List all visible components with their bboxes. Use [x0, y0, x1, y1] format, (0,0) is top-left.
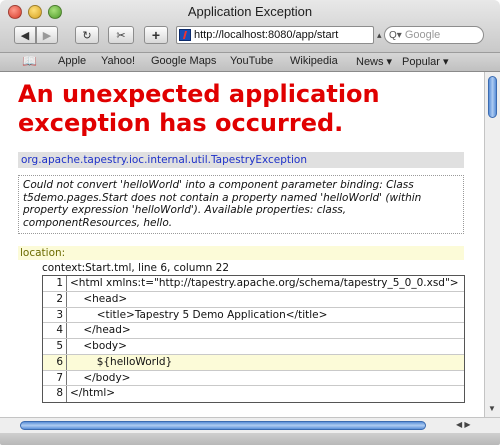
- bookmarks-bar: 📖 Apple Yahoo! Google Maps YouTube Wikip…: [0, 53, 500, 72]
- line-number: 1: [43, 276, 67, 291]
- source-line: 3 <title>Tapestry 5 Demo Application</ti…: [43, 307, 464, 324]
- source-line: 5 <body>: [43, 339, 464, 355]
- window-toolbar: Application Exception ◀ ▶ ↻ ✂ + http://l…: [0, 0, 500, 53]
- scroll-arrows-icon[interactable]: ◀ ▶: [456, 420, 471, 429]
- bookmark-popular-menu[interactable]: Popular ▾: [402, 55, 449, 68]
- status-bar: [0, 433, 500, 445]
- window-title: Application Exception: [187, 4, 313, 19]
- bookmark-youtube[interactable]: YouTube: [230, 55, 273, 67]
- bookmark-apple[interactable]: Apple: [58, 55, 86, 67]
- plus-icon: +: [151, 27, 161, 43]
- source-listing: 1 <html xmlns:t="http://tapestry.apache.…: [42, 275, 465, 403]
- reload-icon: ↻: [82, 29, 92, 42]
- horizontal-scrollbar[interactable]: ◀ ▶: [0, 417, 500, 433]
- address-bar[interactable]: http://localhost:8080/app/start: [176, 26, 374, 44]
- line-code: <html xmlns:t="http://tapestry.apache.or…: [70, 277, 459, 289]
- location-description: context:Start.tml, line 6, column 22: [42, 262, 230, 274]
- snapback-icon: ✂: [116, 29, 126, 42]
- search-placeholder: Google: [404, 29, 441, 41]
- source-line: 4 </head>: [43, 323, 464, 339]
- line-code: </head>: [70, 324, 131, 337]
- line-code: <title>Tapestry 5 Demo Application</titl…: [70, 308, 328, 321]
- line-code: </body>: [70, 371, 131, 384]
- back-arrow-icon: ◀: [20, 29, 30, 42]
- line-number: 8: [43, 386, 67, 402]
- forward-arrow-icon: ▶: [42, 29, 52, 42]
- exception-message: Could not convert 'helloWorld' into a co…: [18, 175, 464, 234]
- page-content: An unexpected application exception has …: [0, 72, 484, 417]
- line-code: <head>: [70, 292, 128, 305]
- source-line: 8 </html>: [43, 386, 464, 402]
- source-line: 1 <html xmlns:t="http://tapestry.apache.…: [43, 276, 464, 292]
- source-line-highlighted: 6 ${helloWorld}: [43, 354, 464, 371]
- source-line: 2 <head>: [43, 291, 464, 308]
- browser-window: Application Exception ◀ ▶ ↻ ✂ + http://l…: [0, 0, 500, 445]
- bookmark-yahoo[interactable]: Yahoo!: [101, 55, 135, 67]
- tapestry-favicon-icon: [179, 29, 191, 41]
- horizontal-scroll-thumb[interactable]: [20, 421, 426, 430]
- line-code: <body>: [70, 340, 127, 352]
- exception-class: org.apache.tapestry.ioc.internal.util.Ta…: [18, 152, 464, 168]
- line-code: ${helloWorld}: [70, 355, 173, 368]
- line-number: 3: [43, 307, 67, 323]
- add-bookmark-button[interactable]: +: [144, 26, 168, 44]
- address-url[interactable]: http://localhost:8080/app/start: [194, 29, 338, 41]
- vertical-scroll-thumb[interactable]: [488, 76, 497, 118]
- snapback-button[interactable]: ✂: [108, 26, 134, 44]
- search-field[interactable]: Q▾ Google: [384, 26, 484, 44]
- scroll-down-arrow-icon[interactable]: ▼: [488, 404, 496, 413]
- line-number: 5: [43, 339, 67, 354]
- search-icon[interactable]: Q▾: [389, 30, 402, 41]
- bookmark-wikipedia[interactable]: Wikipedia: [290, 55, 338, 67]
- location-label: location:: [18, 246, 464, 260]
- forward-button[interactable]: ▶: [36, 26, 58, 44]
- bookmark-google-maps[interactable]: Google Maps: [151, 55, 216, 67]
- line-number: 7: [43, 370, 67, 386]
- back-button[interactable]: ◀: [14, 26, 36, 44]
- line-number: 6: [43, 354, 67, 370]
- vertical-scrollbar[interactable]: ▼: [484, 72, 500, 417]
- source-line: 7 </body>: [43, 370, 464, 387]
- bookmarks-book-icon[interactable]: 📖: [22, 54, 37, 68]
- line-number: 2: [43, 291, 67, 307]
- reload-button[interactable]: ↻: [75, 26, 99, 44]
- line-code: </html>: [70, 387, 116, 400]
- page-title: An unexpected application exception has …: [18, 80, 380, 137]
- bookmark-news-menu[interactable]: News ▾: [356, 55, 392, 68]
- address-menu-icon[interactable]: ▴: [377, 30, 382, 41]
- line-number: 4: [43, 323, 67, 338]
